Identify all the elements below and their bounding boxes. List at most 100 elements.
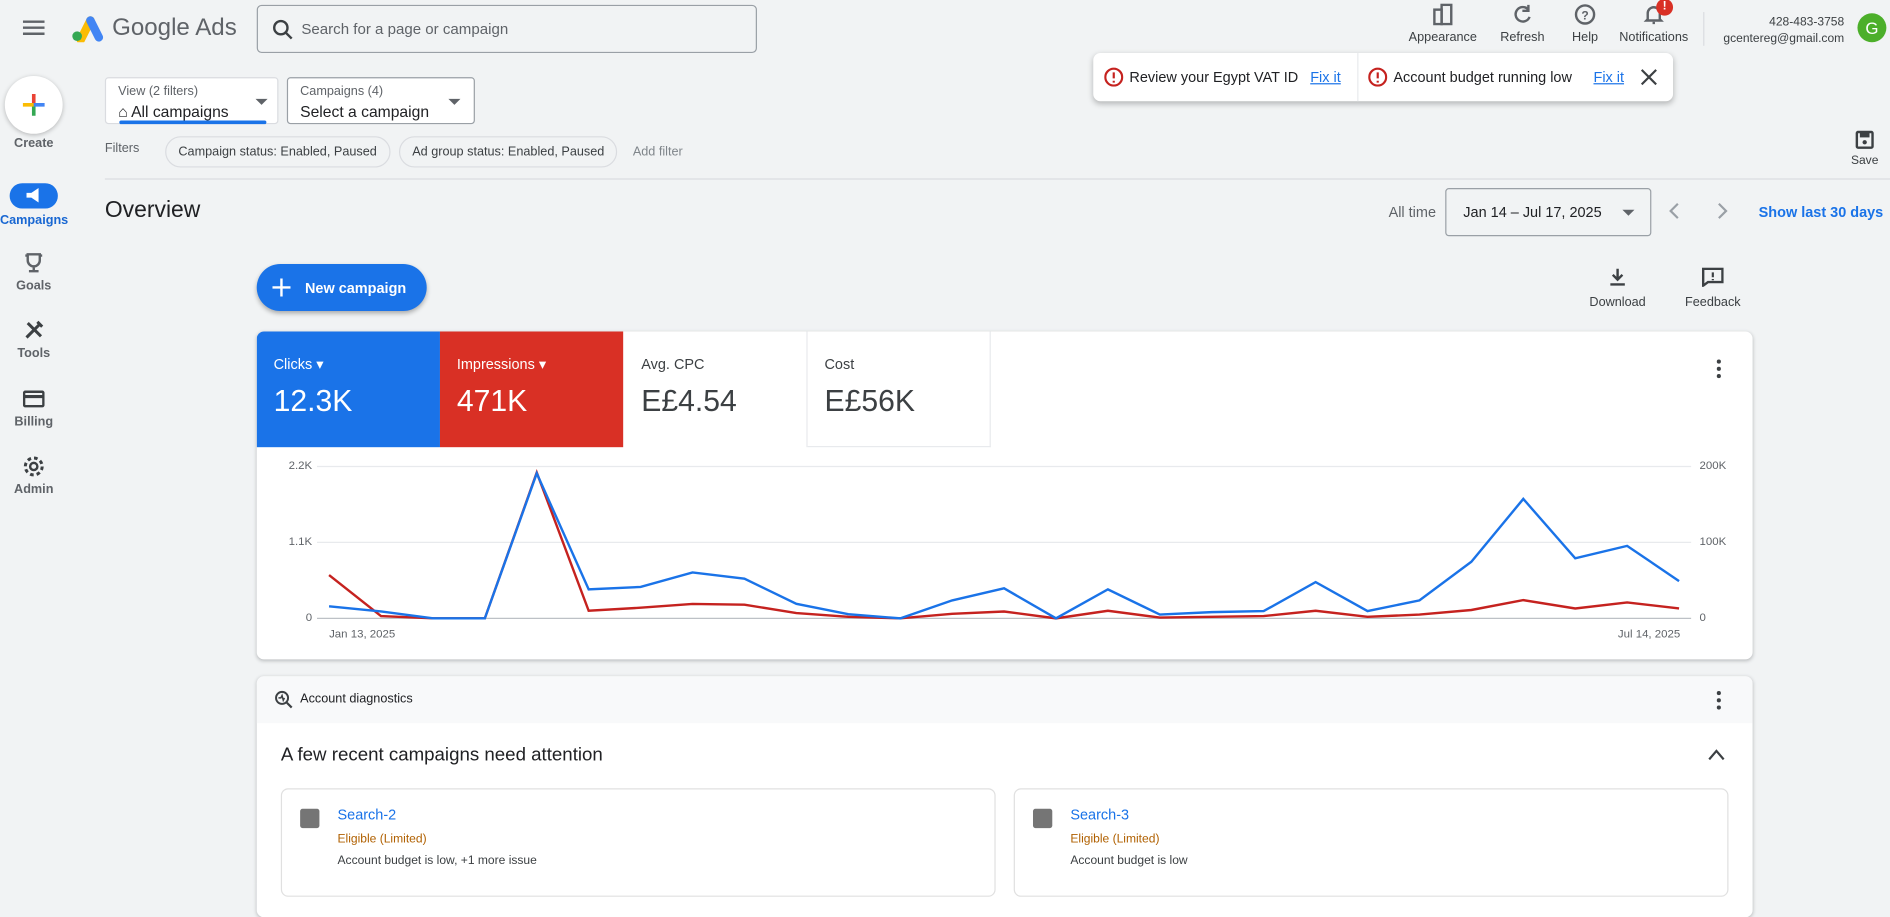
alert-bar: Review your Egypt VAT ID Fix it Account …	[1093, 53, 1674, 102]
diagnostics-title: Account diagnostics	[300, 691, 413, 707]
megaphone-icon	[26, 188, 39, 203]
error-icon	[1368, 67, 1388, 87]
fix-it-link[interactable]: Fix it	[1593, 69, 1624, 86]
chevron-right-icon[interactable]	[1716, 202, 1728, 220]
refresh-icon	[1514, 4, 1531, 23]
more-vert-icon[interactable]	[1715, 689, 1722, 711]
sidebar-item-billing[interactable]: Billing	[0, 388, 68, 429]
new-campaign-label: New campaign	[304, 279, 407, 297]
menu-icon[interactable]	[22, 19, 45, 36]
plus-icon	[22, 94, 45, 116]
credit-card-icon	[22, 390, 45, 408]
save-button[interactable]: Save	[1842, 130, 1888, 168]
campaign-issue: Account budget is low, +1 more issue	[337, 854, 537, 868]
plus-icon	[272, 278, 291, 297]
account-info[interactable]: 428-483-3758 gcentereg@gmail.com	[1723, 14, 1844, 48]
search-placeholder: Search for a page or campaign	[301, 20, 509, 38]
show-last-30-days-link[interactable]: Show last 30 days	[1759, 204, 1884, 221]
sidebar-item-label: Tools	[17, 345, 51, 361]
sidebar-item-tools[interactable]: Tools	[0, 319, 68, 360]
divider	[104, 178, 1890, 180]
selected-indicator	[119, 120, 267, 125]
help-label: Help	[1572, 30, 1599, 45]
download-icon	[1610, 268, 1625, 286]
chevron-left-icon[interactable]	[1668, 202, 1680, 220]
diagnostics-header: Account diagnostics	[256, 676, 1753, 724]
alert-text: Review your Egypt VAT ID	[1129, 68, 1299, 86]
campaign-issue: Account budget is low	[1070, 854, 1188, 868]
appearance-label: Appearance	[1408, 30, 1477, 45]
sidebar-item-goals[interactable]: Goals	[0, 252, 68, 293]
filters-label: Filters	[104, 141, 140, 156]
search-icon	[273, 19, 293, 40]
caret-down-icon	[1622, 209, 1635, 216]
svg-text:?: ?	[1581, 8, 1588, 22]
page-title: Overview	[104, 197, 201, 223]
search-input[interactable]: Search for a page or campaign	[256, 4, 757, 54]
account-email: gcentereg@gmail.com	[1723, 32, 1845, 46]
google-ads-logo	[72, 16, 104, 43]
add-filter-button[interactable]: Add filter	[633, 145, 683, 159]
avatar[interactable]: G	[1857, 13, 1887, 43]
campaign-link[interactable]: Search-2	[338, 806, 397, 823]
divider	[1703, 12, 1705, 46]
download-label: Download	[1589, 295, 1646, 310]
search-campaign-icon	[300, 808, 320, 829]
sidebar-item-label: Admin	[14, 482, 54, 497]
sidebar-item-label: Goals	[16, 278, 52, 293]
refresh-label: Refresh	[1500, 30, 1545, 45]
tools-icon	[25, 320, 44, 339]
create-button[interactable]	[4, 75, 63, 134]
range-label: All time	[1388, 203, 1436, 221]
campaigns-label: Campaigns (4)	[300, 84, 384, 99]
campaign-issue-card[interactable]: Search-3 Eligible (Limited) Account budget…	[1013, 788, 1729, 897]
filter-chip[interactable]: Ad group status: Enabled, Paused	[398, 136, 618, 168]
new-campaign-button[interactable]: New campaign	[256, 263, 427, 311]
alert-text: Account budget running low	[1393, 68, 1572, 86]
campaign-issue-card[interactable]: Search-2 Eligible (Limited) Account budget…	[280, 788, 996, 897]
gear-icon	[23, 456, 44, 477]
home-icon: ⌂	[118, 102, 132, 121]
campaign-dropdown[interactable]: Campaigns (4) Select a campaign	[286, 77, 475, 125]
series-line-impressions	[328, 469, 1680, 620]
divider	[1357, 53, 1359, 102]
help-icon: ?	[1574, 4, 1596, 25]
performance-card: Clicks ▾ 12.3K Impressions ▾ 471K Avg. CPC…	[256, 331, 1753, 660]
caret-down-icon	[255, 98, 268, 105]
series-line-clicks	[328, 470, 1680, 620]
date-range-picker[interactable]: Jan 14 – Jul 17, 2025	[1445, 188, 1652, 237]
save-label: Save	[1850, 154, 1879, 168]
feedback-button[interactable]: Feedback	[1677, 267, 1749, 310]
error-icon	[1104, 67, 1124, 87]
chevron-up-icon[interactable]	[1708, 749, 1725, 761]
fix-it-link[interactable]: Fix it	[1310, 69, 1341, 86]
sidebar-item-label: Billing	[14, 414, 54, 430]
account-phone: 428-483-3758	[1769, 15, 1845, 29]
notifications-button[interactable]: Notifications !	[1612, 0, 1696, 45]
performance-chart	[317, 465, 1692, 620]
sidebar-item-campaigns[interactable]: Campaigns	[0, 183, 68, 228]
diagnostics-icon	[275, 690, 293, 709]
notifications-label: Notifications	[1619, 30, 1689, 45]
create-label: Create	[14, 136, 54, 151]
view-dropdown[interactable]: View (2 filters) ⌂ All campaigns	[104, 77, 279, 125]
caret-down-icon	[448, 98, 461, 105]
campaign-link[interactable]: Search-3	[1070, 806, 1129, 823]
diagnostics-heading: A few recent campaigns need attention	[280, 744, 603, 766]
trophy-icon	[25, 253, 43, 273]
view-label: View (2 filters)	[118, 84, 199, 99]
campaigns-value: Select a campaign	[300, 102, 430, 121]
download-button[interactable]: Download	[1581, 268, 1653, 310]
filter-chip[interactable]: Campaign status: Enabled, Paused	[165, 136, 391, 168]
appearance-button[interactable]: Appearance	[1401, 3, 1485, 45]
feedback-icon	[1701, 267, 1724, 287]
sidebar-item-label: Campaigns	[0, 213, 69, 228]
feedback-label: Feedback	[1685, 295, 1741, 310]
appearance-icon	[1433, 3, 1453, 26]
close-icon[interactable]	[1640, 69, 1657, 86]
date-range-value: Jan 14 – Jul 17, 2025	[1463, 203, 1602, 221]
search-campaign-icon	[1032, 808, 1053, 829]
campaign-status: Eligible (Limited)	[337, 832, 427, 847]
sidebar-item-admin[interactable]: Admin	[0, 456, 68, 497]
save-icon	[1855, 130, 1874, 149]
